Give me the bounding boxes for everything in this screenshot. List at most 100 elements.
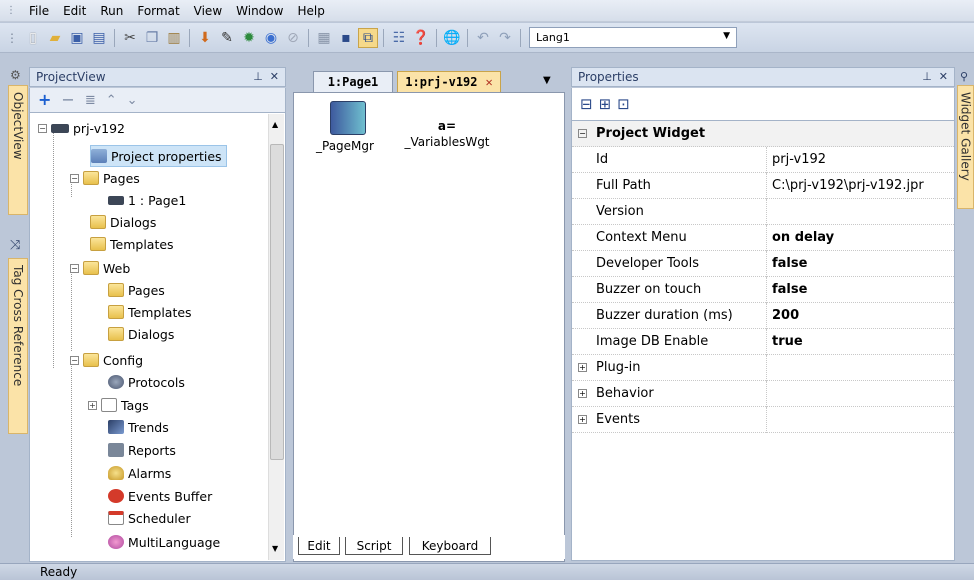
property-value[interactable]: false xyxy=(772,282,807,297)
play-icon[interactable]: ◉ xyxy=(261,28,281,48)
properties-icon[interactable]: ☷ xyxy=(389,28,409,48)
widget-gallery-tab[interactable]: Widget Gallery xyxy=(957,85,974,209)
move-down-icon[interactable]: ⌄ xyxy=(127,94,138,107)
new-page-icon[interactable]: ▯ xyxy=(23,28,43,48)
pin-icon[interactable]: ⊥ xyxy=(922,70,932,83)
categorized-view-icon[interactable]: ⊟ xyxy=(580,95,593,113)
editor-canvas[interactable]: _PageMgr a= _VariablesWgt xyxy=(293,92,565,562)
stop-icon[interactable]: ⊘ xyxy=(283,28,303,48)
widget-variables[interactable]: a= _VariablesWgt xyxy=(402,119,492,159)
cut-icon[interactable]: ✂ xyxy=(120,28,140,48)
property-value[interactable]: on delay xyxy=(772,230,834,245)
menu-run[interactable]: Run xyxy=(93,4,130,18)
property-category[interactable]: + Plug-in xyxy=(572,355,954,381)
tree-node-project-properties[interactable]: Project properties xyxy=(90,145,227,167)
tree-node-events-buffer[interactable]: Events Buffer xyxy=(108,485,212,507)
scrollbar-thumb[interactable] xyxy=(270,144,284,460)
gear-icon[interactable]: ✹ xyxy=(239,28,259,48)
expand-icon[interactable]: + xyxy=(578,415,587,424)
tree-node-web-pages[interactable]: Pages xyxy=(108,279,165,301)
save-icon[interactable]: ▣ xyxy=(67,28,87,48)
property-row[interactable]: Context Menu on delay xyxy=(572,225,954,251)
tree-scrollbar[interactable]: ▲ ▼ xyxy=(268,114,284,560)
property-row[interactable]: Version xyxy=(572,199,954,225)
tree-node-pages[interactable]: − Pages xyxy=(70,167,140,189)
menu-window[interactable]: Window xyxy=(229,4,290,18)
tree-node-tags[interactable]: + Tags xyxy=(88,394,149,416)
advanced-view-icon[interactable]: ⊡ xyxy=(617,95,630,113)
tree-node-page1[interactable]: 1 : Page1 xyxy=(108,189,186,211)
tree-node-dialogs[interactable]: Dialogs xyxy=(90,211,156,233)
move-up-icon[interactable]: ⌃ xyxy=(106,94,117,107)
snap-icon[interactable]: ▪ xyxy=(336,28,356,48)
tree-node-scheduler[interactable]: Scheduler xyxy=(108,507,191,529)
property-category[interactable]: + Behavior xyxy=(572,381,954,407)
widget-pagemgr[interactable]: _PageMgr xyxy=(316,101,374,161)
tab-keyboard[interactable]: Keyboard xyxy=(409,537,491,555)
remove-icon[interactable]: − xyxy=(61,92,74,108)
close-icon[interactable]: ✕ xyxy=(939,70,948,83)
add-icon[interactable]: + xyxy=(38,92,51,108)
menu-edit[interactable]: Edit xyxy=(56,4,93,18)
expand-icon[interactable]: + xyxy=(578,389,587,398)
help-icon[interactable]: ❓ xyxy=(411,28,431,48)
language-select[interactable]: Lang1 ▼ xyxy=(529,27,737,48)
close-icon[interactable]: ✕ xyxy=(270,70,279,83)
tree-node-protocols[interactable]: Protocols xyxy=(108,371,185,393)
tree-node-multilanguage[interactable]: MultiLanguage xyxy=(108,531,220,553)
tree-node-reports[interactable]: Reports xyxy=(108,439,176,461)
properties-small-icon[interactable]: ≣ xyxy=(85,94,96,107)
tree-node-config[interactable]: − Config xyxy=(70,349,143,371)
eyedropper-icon[interactable]: ✎ xyxy=(217,28,237,48)
menu-view[interactable]: View xyxy=(187,4,229,18)
object-view-tab[interactable]: ObjectView xyxy=(8,85,28,215)
download-icon[interactable]: ⬇ xyxy=(195,28,215,48)
property-value[interactable]: 200 xyxy=(772,308,799,323)
close-tab-icon[interactable]: ✕ xyxy=(486,75,493,89)
tab-page1[interactable]: 1:Page1 xyxy=(313,71,393,92)
scroll-up-icon[interactable]: ▲ xyxy=(272,120,278,129)
collapse-icon[interactable]: − xyxy=(70,173,79,183)
tree-node-templates[interactable]: Templates xyxy=(90,233,174,255)
property-row[interactable]: Full Path C:\prj-v192\prj-v192.jpr xyxy=(572,173,954,199)
tag-cross-reference-tab[interactable]: Tag Cross Reference xyxy=(8,258,28,434)
tab-list-chevron-icon[interactable]: ▼ xyxy=(543,75,551,86)
redo-icon[interactable]: ↷ xyxy=(495,28,515,48)
globe-icon[interactable]: 🌐 xyxy=(442,28,462,48)
menu-file[interactable]: File xyxy=(22,4,56,18)
tree-node-project[interactable]: − prj-v192 xyxy=(38,117,125,139)
property-row[interactable]: Buzzer duration (ms) 200 xyxy=(572,303,954,329)
grid-icon[interactable]: ▦ xyxy=(314,28,334,48)
scroll-down-icon[interactable]: ▼ xyxy=(272,544,278,553)
tree-node-web-templates[interactable]: Templates xyxy=(108,301,192,323)
collapse-icon[interactable]: − xyxy=(578,129,587,138)
tab-script[interactable]: Script xyxy=(345,537,403,555)
alphabetical-view-icon[interactable]: ⊞ xyxy=(599,95,612,113)
collapse-icon[interactable]: − xyxy=(38,123,47,133)
property-value[interactable]: prj-v192 xyxy=(772,152,826,167)
property-row[interactable]: Id prj-v192 xyxy=(572,147,954,173)
tree-node-web-dialogs[interactable]: Dialogs xyxy=(108,323,174,345)
save-all-icon[interactable]: ▤ xyxy=(89,28,109,48)
property-value[interactable]: true xyxy=(772,334,803,349)
tree-node-web[interactable]: − Web xyxy=(70,257,130,279)
property-value[interactable]: false xyxy=(772,256,807,271)
collapse-icon[interactable]: − xyxy=(70,263,79,273)
property-row[interactable]: Image DB Enable true xyxy=(572,329,954,355)
align-icon[interactable]: ⧉ xyxy=(358,27,378,48)
property-group-header[interactable]: − Project Widget xyxy=(572,121,954,147)
tab-prj-v192[interactable]: 1:prj-v192 ✕ xyxy=(397,71,501,92)
menu-format[interactable]: Format xyxy=(130,4,186,18)
open-icon[interactable]: ▰ xyxy=(45,28,65,48)
property-row[interactable]: Buzzer on touch false xyxy=(572,277,954,303)
expand-icon[interactable]: + xyxy=(578,363,587,372)
undo-icon[interactable]: ↶ xyxy=(473,28,493,48)
tree-node-trends[interactable]: Trends xyxy=(108,416,169,438)
expand-icon[interactable]: + xyxy=(88,400,97,410)
tab-edit[interactable]: Edit xyxy=(298,537,340,555)
copy-icon[interactable]: ❐ xyxy=(142,28,162,48)
tree-node-alarms[interactable]: Alarms xyxy=(108,462,171,484)
property-value[interactable]: C:\prj-v192\prj-v192.jpr xyxy=(772,178,924,193)
property-row[interactable]: Developer Tools false xyxy=(572,251,954,277)
menu-help[interactable]: Help xyxy=(290,4,331,18)
